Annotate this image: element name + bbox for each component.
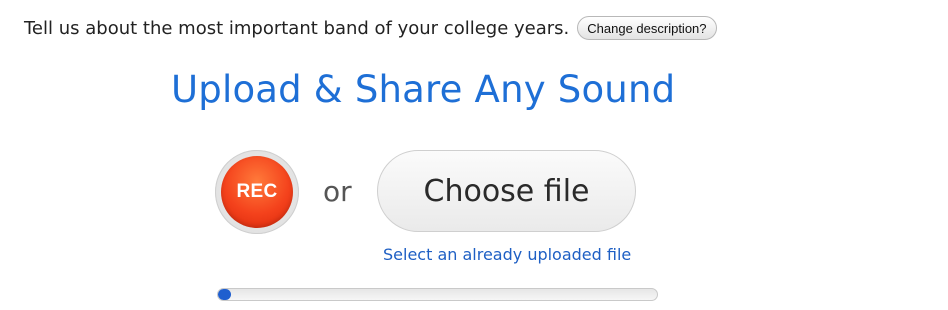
description-text: Tell us about the most important band of… [24, 17, 570, 39]
upload-progress-fill [218, 289, 232, 300]
description-row: Tell us about the most important band of… [24, 16, 717, 40]
upload-title: Upload & Share Any Sound [171, 68, 676, 111]
record-label: REC [236, 181, 278, 202]
select-uploaded-file-link[interactable]: Select an already uploaded file [383, 245, 631, 264]
choose-file-button[interactable]: Choose file [377, 150, 636, 232]
choose-file-label: Choose file [423, 173, 590, 209]
change-description-button[interactable]: Change description? [577, 16, 717, 40]
record-button[interactable]: REC [215, 150, 299, 234]
or-separator: or [323, 175, 352, 208]
record-icon: REC [221, 156, 293, 228]
upload-progress-bar [217, 288, 658, 301]
